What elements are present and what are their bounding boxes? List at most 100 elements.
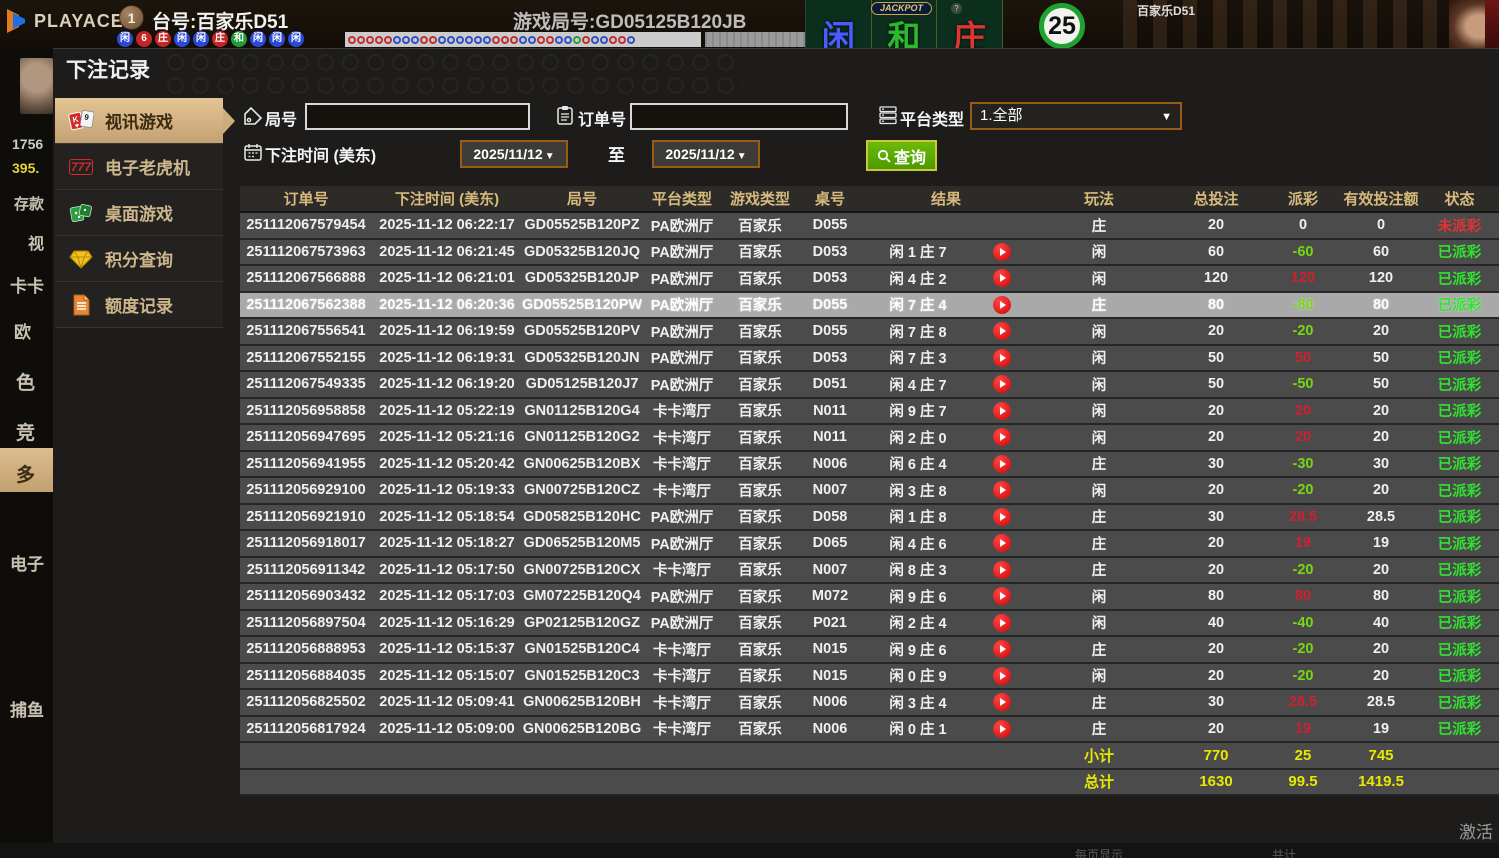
- bead-road-cell: 庄: [155, 31, 171, 47]
- order-id-cell: 251112056921910: [240, 503, 372, 531]
- column-header: 下注时间 (美东): [372, 186, 522, 213]
- play-result-button[interactable]: [993, 269, 1011, 288]
- table-row[interactable]: 251112067549335 2025-11-12 06:19:20 GD0512…: [240, 371, 1499, 399]
- table-row[interactable]: 251112056929100 2025-11-12 05:19:33 GN0072…: [240, 477, 1499, 505]
- table-row[interactable]: 251112056921910 2025-11-12 05:18:54 GD0582…: [240, 503, 1499, 531]
- platform-select[interactable]: 1.全部 ▼: [970, 102, 1182, 130]
- table-row[interactable]: 251112056911342 2025-11-12 05:17:50 GN0072…: [240, 556, 1499, 584]
- table-row[interactable]: 251112056817924 2025-11-12 05:09:00 GN0062…: [240, 715, 1499, 743]
- play-result-button[interactable]: [993, 481, 1011, 500]
- table-row[interactable]: 251112056884035 2025-11-12 05:15:07 GN0152…: [240, 662, 1499, 690]
- table-number-cell: N011: [798, 424, 862, 452]
- sidebar-item-4[interactable]: 积分查询: [55, 236, 223, 282]
- multi-table-item[interactable]: 多: [16, 460, 35, 487]
- payout-cell: -30: [1264, 450, 1343, 478]
- sidebar-item-3[interactable]: 桌面游戏: [55, 190, 223, 236]
- valid-bet-cell: 20: [1342, 397, 1421, 425]
- play-result-button[interactable]: [993, 507, 1011, 526]
- date-to-select[interactable]: 2025/11/12 ▼: [652, 140, 760, 168]
- avatar[interactable]: [20, 58, 53, 114]
- table-row[interactable]: 251112067566888 2025-11-12 06:21:01 GD0532…: [240, 265, 1499, 293]
- table-row[interactable]: 251112067552155 2025-11-12 06:19:31 GD0532…: [240, 344, 1499, 372]
- payout-cell: 80: [1264, 583, 1343, 611]
- big-road-cell: [438, 35, 446, 44]
- fishing-item[interactable]: 捕鱼: [10, 696, 44, 721]
- replay-cell: [974, 344, 1031, 372]
- table-row[interactable]: 251112056825502 2025-11-12 05:09:41 GN0062…: [240, 689, 1499, 717]
- result-cell: 闲 3 庄 8: [862, 477, 974, 505]
- table-row[interactable]: 251112056903432 2025-11-12 05:17:03 GM0722…: [240, 583, 1499, 611]
- bet-side-cell: 闲: [1030, 265, 1169, 293]
- round-filter-input[interactable]: [305, 103, 530, 130]
- order-id-cell: 251112067556541: [240, 318, 372, 346]
- round-id-cell: GD05325B120JQ: [522, 238, 642, 266]
- play-result-button[interactable]: [993, 348, 1011, 367]
- total-bet-cell: 50: [1168, 344, 1265, 372]
- play-result-button[interactable]: [993, 242, 1011, 261]
- table-row[interactable]: 251112067562388 2025-11-12 06:20:36 GD0552…: [240, 291, 1499, 319]
- order-id-cell: 251112067573963: [240, 238, 372, 266]
- total-bet-cell: 20: [1168, 318, 1265, 346]
- sedie-item[interactable]: 色: [16, 368, 35, 395]
- sidebar-item-1[interactable]: K ♥ 9 视讯游戏: [55, 98, 235, 144]
- deposit-item[interactable]: 存款: [14, 193, 44, 214]
- game-round-label: 游戏局号:GD05125B120JB: [513, 12, 747, 33]
- document-icon: [67, 292, 95, 318]
- europe-hall-item[interactable]: 欧: [14, 318, 31, 343]
- play-result-button[interactable]: [993, 587, 1011, 606]
- table-row[interactable]: 251112067573963 2025-11-12 06:21:45 GD0532…: [240, 238, 1499, 266]
- table-row[interactable]: 251112056947695 2025-11-12 05:21:16 GN0112…: [240, 424, 1499, 452]
- table-row[interactable]: 251112067579454 2025-11-12 06:22:17 GD0552…: [240, 212, 1499, 240]
- play-result-button[interactable]: [993, 613, 1011, 632]
- table-row[interactable]: 251112067556541 2025-11-12 06:19:59 GD0552…: [240, 318, 1499, 346]
- kaka-hall-item[interactable]: 卡卡: [10, 272, 44, 297]
- column-header: 平台类型: [642, 186, 722, 213]
- play-result-button[interactable]: [993, 719, 1011, 738]
- table-row[interactable]: 251112056941955 2025-11-12 05:20:42 GN0062…: [240, 450, 1499, 478]
- payout-cell: -20: [1264, 477, 1343, 505]
- game-type-cell: 百家乐: [722, 318, 798, 346]
- date-from-select[interactable]: 2025/11/12 ▼: [460, 140, 568, 168]
- order-filter-input[interactable]: [630, 103, 848, 130]
- table-row[interactable]: 251112056897504 2025-11-12 05:16:29 GP0212…: [240, 609, 1499, 637]
- total-bet-cell: 50: [1168, 371, 1265, 399]
- play-result-button[interactable]: [993, 428, 1011, 447]
- play-result-button[interactable]: [993, 666, 1011, 685]
- jackpot-badge: JACKPOT: [871, 2, 933, 15]
- bet-area-闲[interactable]: 闲: [806, 0, 872, 54]
- play-result-button[interactable]: [993, 693, 1011, 712]
- bet-area-庄[interactable]: 庄: [937, 0, 1004, 54]
- jackpot-help-icon[interactable]: ?: [951, 3, 962, 14]
- table-row[interactable]: 251112056888953 2025-11-12 05:15:37 GN0152…: [240, 636, 1499, 664]
- game-type-cell: 百家乐: [722, 689, 798, 717]
- replay-cell: [974, 318, 1031, 346]
- play-result-button[interactable]: [993, 322, 1011, 341]
- play-result-button[interactable]: [993, 454, 1011, 473]
- play-result-button[interactable]: [993, 534, 1011, 553]
- sidebar-item-label: 电子老虎机: [105, 159, 190, 178]
- play-result-button[interactable]: [993, 560, 1011, 579]
- sidebar-item-5[interactable]: 额度记录: [55, 282, 223, 328]
- play-result-button[interactable]: [993, 401, 1011, 420]
- round-id-cell: GD06525B120M5: [522, 530, 642, 558]
- bead-road: 闲6庄闲闲庄和闲闲闲: [117, 31, 307, 47]
- cards-icon: K ♥ 9: [67, 108, 95, 134]
- table-row[interactable]: 251112056918017 2025-11-12 05:18:27 GD0652…: [240, 530, 1499, 558]
- valid-bet-cell: 20: [1342, 424, 1421, 452]
- search-button[interactable]: 查询: [866, 140, 937, 171]
- stat-balance: 395.: [12, 160, 40, 176]
- tag-icon: [244, 106, 263, 125]
- table-row[interactable]: 251112056958858 2025-11-12 05:22:19 GN0112…: [240, 397, 1499, 425]
- result-cell: 闲 2 庄 4: [862, 609, 974, 637]
- play-result-button[interactable]: [993, 375, 1011, 394]
- play-result-button[interactable]: [993, 295, 1011, 314]
- status-cell: 已派彩: [1420, 530, 1499, 558]
- video-games-item[interactable]: 视: [28, 230, 44, 254]
- sidebar-item-2[interactable]: 777 电子老虎机: [55, 144, 223, 190]
- jingmi-item[interactable]: 竞: [16, 418, 35, 445]
- result-cell: [862, 212, 974, 240]
- order-id-cell: 251112056918017: [240, 530, 372, 558]
- status-cell: 已派彩: [1420, 424, 1499, 452]
- play-result-button[interactable]: [993, 640, 1011, 659]
- slots-item[interactable]: 电子: [10, 550, 44, 575]
